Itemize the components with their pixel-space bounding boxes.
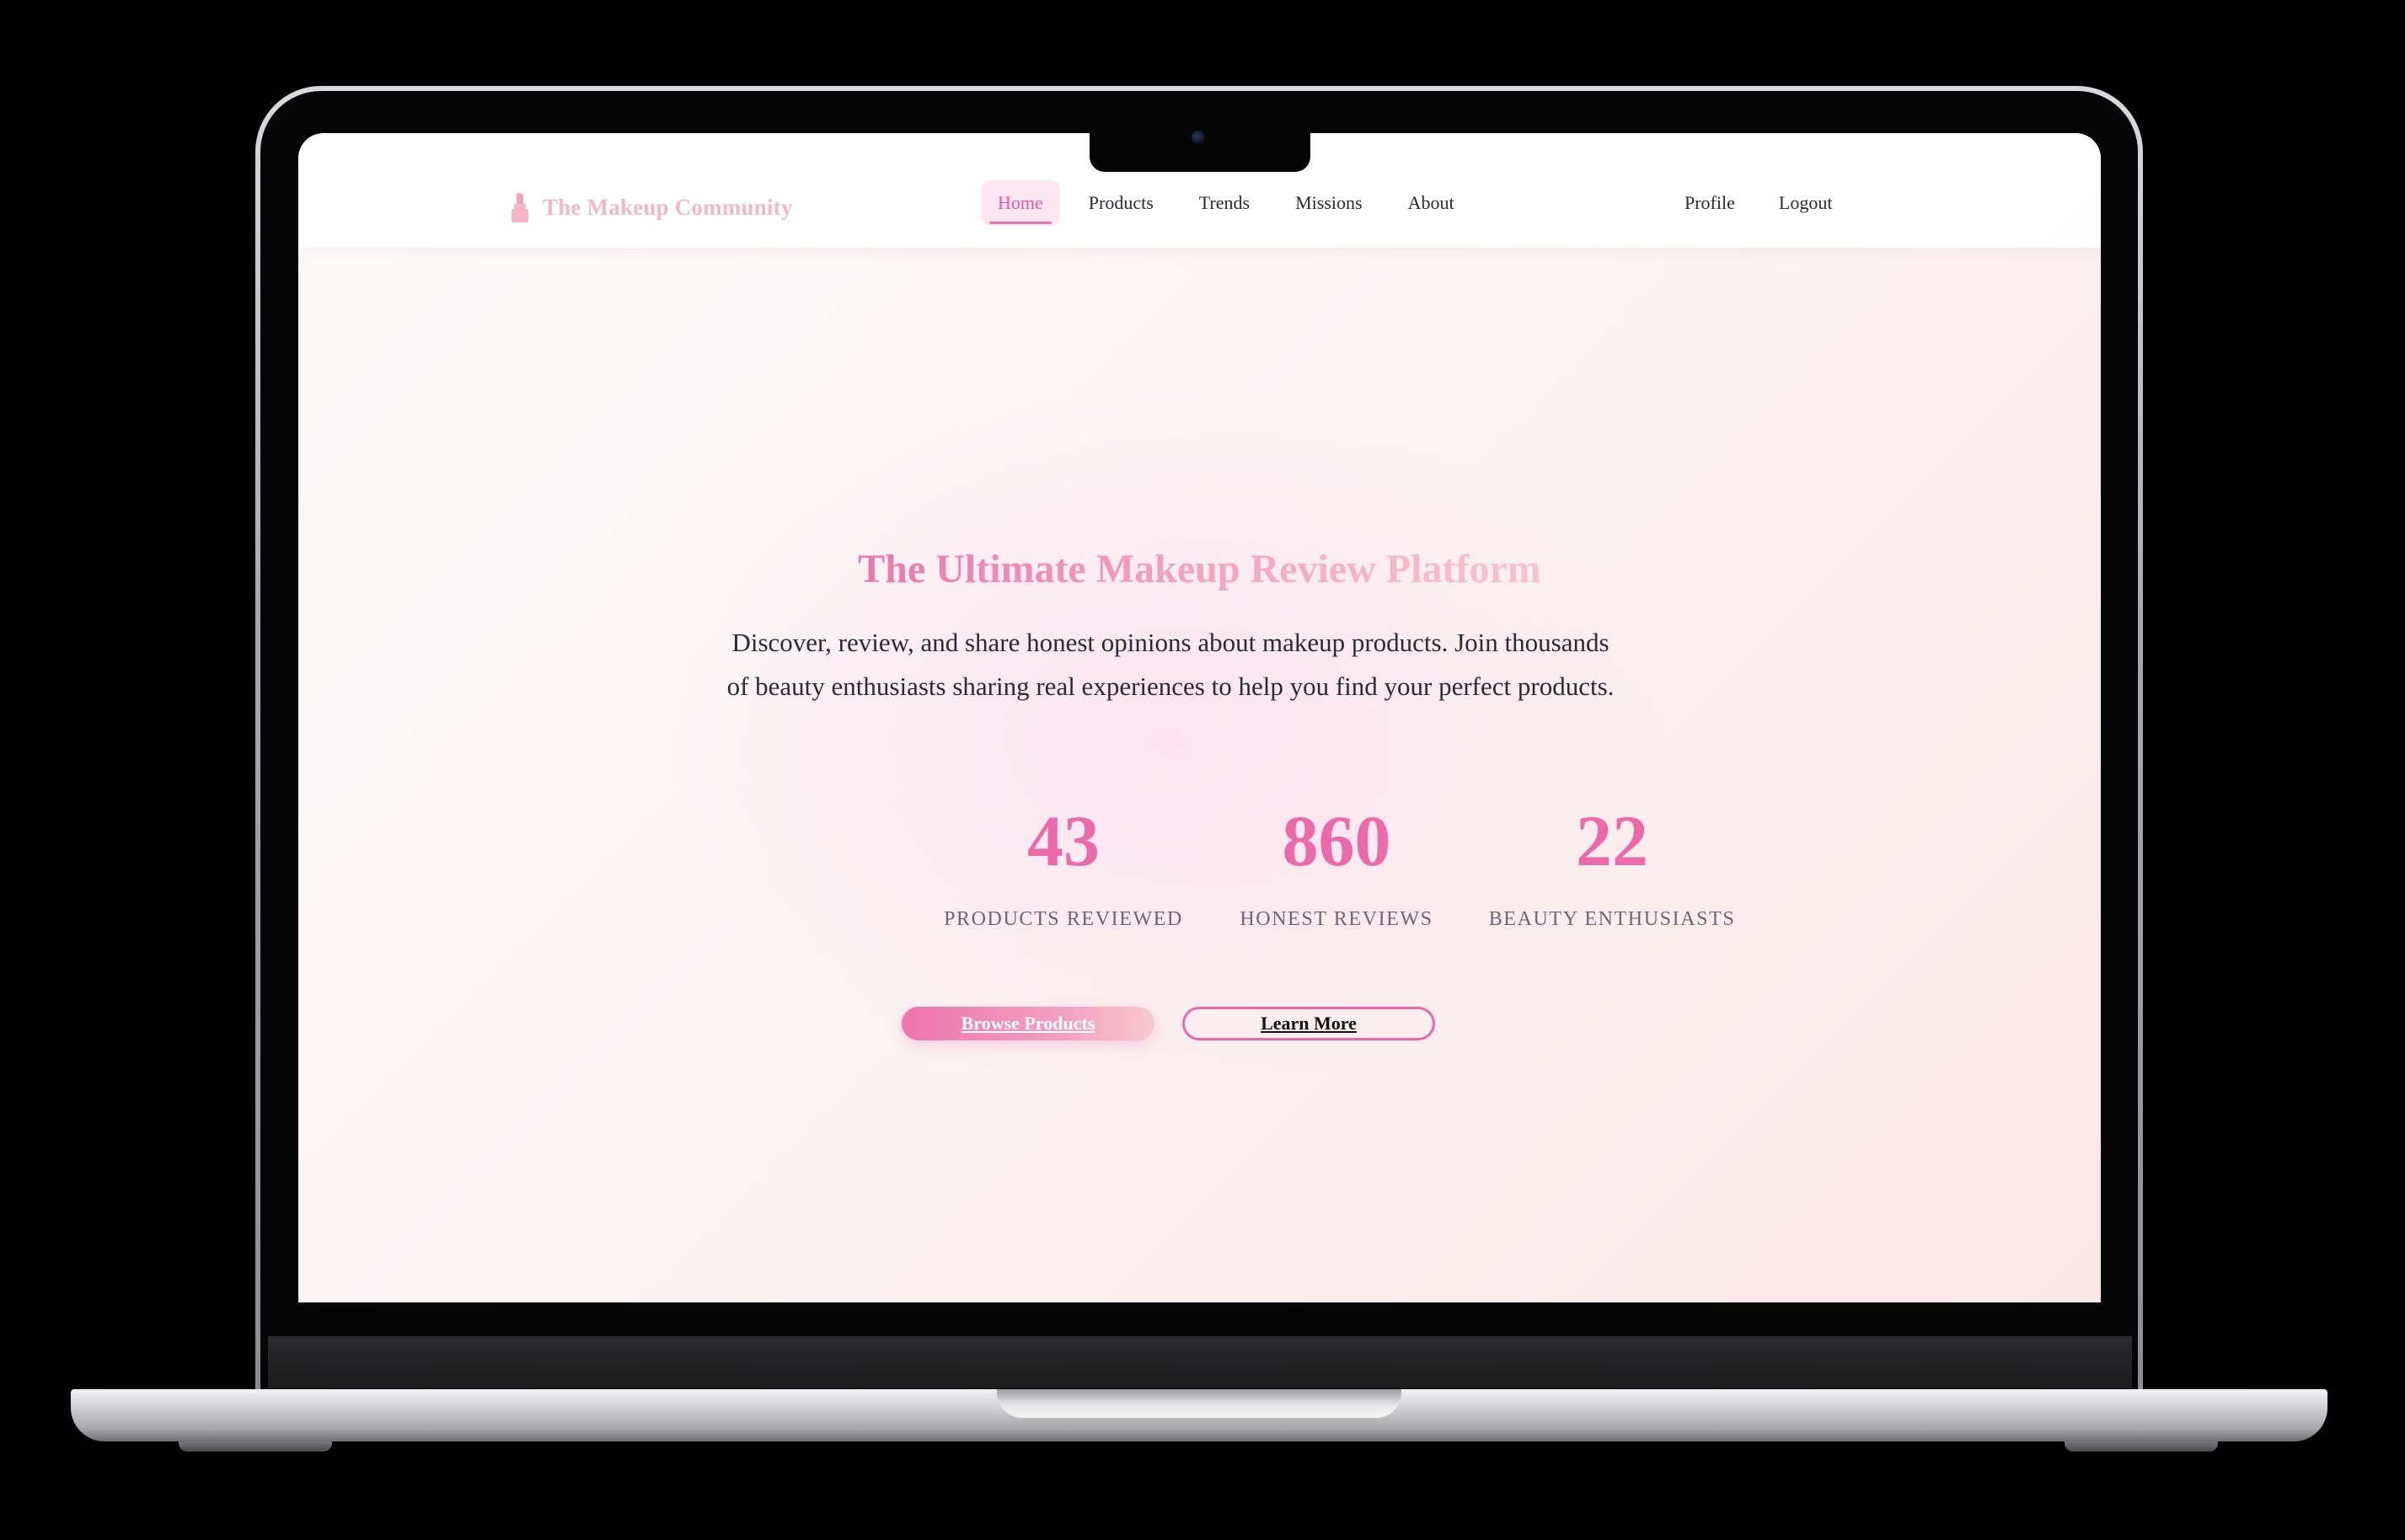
stat-label: BEAUTY ENTHUSIASTS [1488, 908, 1736, 930]
stat-products-reviewed: 43 PRODUCTS REVIEWED [937, 799, 1190, 931]
stat-beauty-enthusiasts: 22 BEAUTY ENTHUSIASTS [1486, 799, 1738, 931]
browser-viewport: The Makeup Community Home Products Trend… [298, 133, 2101, 1302]
stat-value: 22 [1576, 800, 1648, 881]
laptop-foot-right [2065, 1441, 2218, 1452]
laptop-opening-notch [997, 1389, 1401, 1418]
brand-name: The Makeup Community [543, 194, 793, 220]
stat-label: HONEST REVIEWS [1240, 908, 1433, 930]
hero-description: Discover, review, and share honest opini… [726, 628, 1615, 701]
stat-value: 860 [1282, 800, 1391, 881]
nav-trends[interactable]: Trends [1182, 180, 1267, 226]
hero-title-text: The Ultimate Makeup Review Platform [858, 547, 1541, 592]
learn-more-button[interactable]: Learn More [1182, 1007, 1435, 1040]
browse-products-button[interactable]: Browse Products [902, 1007, 1154, 1040]
hero-title: The Ultimate Makeup Review Platform [298, 544, 2101, 595]
main-nav: Home Products Trends Missions About [981, 180, 1483, 226]
brand-logo[interactable]: The Makeup Community [509, 190, 793, 224]
nav-missions[interactable]: Missions [1278, 180, 1379, 226]
stat-value: 43 [1027, 800, 1100, 881]
stat-label: PRODUCTS REVIEWED [944, 908, 1183, 930]
nav-about[interactable]: About [1391, 180, 1471, 226]
camera-icon [1192, 131, 1205, 144]
laptop-chin [268, 1336, 2132, 1388]
stat-honest-reviews: 860 HONEST REVIEWS [1210, 799, 1463, 931]
laptop-foot-left [179, 1441, 332, 1452]
nav-products[interactable]: Products [1072, 180, 1170, 226]
user-nav: Profile Logout [1668, 180, 1859, 226]
lipstick-icon [512, 193, 528, 222]
nav-profile[interactable]: Profile [1668, 180, 1752, 226]
nav-logout[interactable]: Logout [1762, 180, 1850, 226]
nav-home[interactable]: Home [981, 180, 1060, 226]
